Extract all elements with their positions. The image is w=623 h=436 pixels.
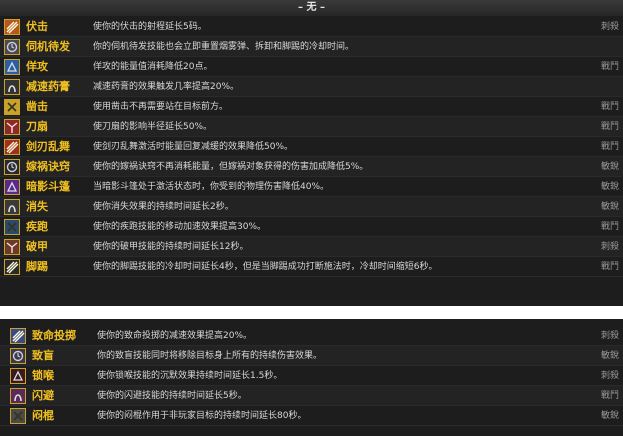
glyph-row[interactable]: 脚踢 使你的脚踢技能的冷却时间延长4秒，但是当脚踢成功打断施法时，冷却时间缩短6秒… — [0, 257, 623, 277]
sap-icon — [10, 408, 26, 424]
fan-of-knives-icon — [4, 119, 20, 135]
glyph-spec: 敏銳 — [600, 182, 619, 192]
glyph-description: 使你的致命投掷的减速效果提高20%。 — [97, 331, 253, 341]
glyph-row[interactable]: 致盲 你的致盲技能同时将移除目标身上所有的持续伤害效果。 敏銳 — [0, 346, 623, 366]
glyph-spec: 戰鬥 — [600, 62, 619, 72]
glyph-name[interactable]: 脚踢 — [26, 257, 48, 277]
glyph-spec: 敏銳 — [600, 162, 619, 172]
glyph-spec: 戰鬥 — [600, 262, 619, 272]
glyph-description: 使你锁喉技能的沉默效果持续时间延长1.5秒。 — [97, 371, 283, 381]
glyph-row[interactable]: 锁喉 使你锁喉技能的沉默效果持续时间延长1.5秒。 刺殺 — [0, 366, 623, 386]
evasion-icon — [10, 388, 26, 404]
glyph-description: 使用凿击不再需要站在目标前方。 — [93, 102, 229, 112]
glyph-row[interactable]: 刀扇 使刀扇的影响半径延长50%。 戰鬥 — [0, 117, 623, 137]
blind-icon — [10, 348, 26, 364]
glyph-description: 使你的破甲技能的持续时间延长12秒。 — [93, 242, 249, 252]
glyph-description: 你的伺机待发技能也会立即重置烟雾弹、拆卸和脚踢的冷却时间。 — [93, 42, 355, 52]
glyph-name[interactable]: 闷棍 — [32, 406, 54, 426]
deadly-throw-icon — [10, 328, 26, 344]
glyph-name[interactable]: 疾跑 — [26, 217, 48, 237]
glyph-row[interactable]: 佯攻 佯攻的能量值消耗降低20点。 戰鬥 — [0, 57, 623, 77]
glyph-description: 使你的伏击的射程延长5码。 — [93, 22, 207, 32]
glyph-name[interactable]: 刀扇 — [26, 117, 48, 137]
glyph-name[interactable]: 致盲 — [32, 346, 54, 366]
glyph-name[interactable]: 锁喉 — [32, 366, 54, 386]
glyph-spec: 刺殺 — [600, 371, 619, 381]
glyph-name[interactable]: 闪避 — [32, 386, 54, 406]
glyph-description: 使你的嫁祸诀窍不再消耗能量，但嫁祸对象获得的伤害加成降低5%。 — [93, 162, 369, 172]
glyph-description: 当暗影斗篷处于激活状态时，你受到的物理伤害降低40%。 — [93, 182, 330, 192]
glyph-description: 使你的疾跑技能的移动加速效果提高30%。 — [93, 222, 267, 232]
glyph-row[interactable]: 致命投掷 使你的致命投掷的减速效果提高20%。 刺殺 — [0, 326, 623, 346]
glyph-description: 使你的闪避技能的持续时间延长5秒。 — [97, 391, 247, 401]
blade-flurry-icon — [4, 139, 20, 155]
section-header: – 无 – — [0, 0, 623, 16]
glyph-spec: 敏銳 — [600, 411, 619, 421]
glyph-description: 使你的闷棍作用于非玩家目标的持续时间延长80秒。 — [97, 411, 307, 421]
crippling-poison-icon — [4, 79, 20, 95]
glyph-name[interactable]: 破甲 — [26, 237, 48, 257]
glyph-spec: 刺殺 — [600, 22, 619, 32]
glyph-description: 使你的脚踢技能的冷却时间延长4秒，但是当脚踢成功打断施法时，冷却时间缩短6秒。 — [93, 262, 438, 272]
glyph-description: 你的致盲技能同时将移除目标身上所有的持续伤害效果。 — [97, 351, 323, 361]
glyph-row[interactable]: 伺机待发 你的伺机待发技能也会立即重置烟雾弹、拆卸和脚踢的冷却时间。 — [0, 37, 623, 57]
glyph-spec: 刺殺 — [600, 331, 619, 341]
glyph-row[interactable]: 凿击 使用凿击不再需要站在目标前方。 戰鬥 — [0, 97, 623, 117]
tricks-of-the-trade-icon — [4, 159, 20, 175]
expose-armor-icon — [4, 239, 20, 255]
glyph-name[interactable]: 减速药膏 — [26, 77, 70, 97]
glyph-spec: 戰鬥 — [600, 122, 619, 132]
glyph-row[interactable]: 消失 使你消失效果的持续时间延长2秒。 敏銳 — [0, 197, 623, 217]
glyph-name[interactable]: 嫁祸诀窍 — [26, 157, 70, 177]
preparation-icon — [4, 39, 20, 55]
cloak-of-shadows-icon — [4, 179, 20, 195]
glyph-row[interactable]: 伏击 使你的伏击的射程延长5码。 刺殺 — [0, 17, 623, 37]
glyph-row[interactable]: 嫁祸诀窍 使你的嫁祸诀窍不再消耗能量，但嫁祸对象获得的伤害加成降低5%。 敏銳 — [0, 157, 623, 177]
glyph-spec: 敏銳 — [600, 202, 619, 212]
glyph-row[interactable]: 剑刃乱舞 使剑刃乱舞激活时能量回复减缓的效果降低50%。 戰鬥 — [0, 137, 623, 157]
glyph-name[interactable]: 伏击 — [26, 17, 48, 37]
kick-icon — [4, 259, 20, 275]
glyph-spec: 刺殺 — [600, 242, 619, 252]
glyph-name[interactable]: 剑刃乱舞 — [26, 137, 70, 157]
glyph-description: 使剑刃乱舞激活时能量回复减缓的效果降低50%。 — [93, 142, 294, 152]
glyph-name[interactable]: 伺机待发 — [26, 37, 70, 57]
glyph-name[interactable]: 消失 — [26, 197, 48, 217]
glyph-row[interactable]: 暗影斗篷 当暗影斗篷处于激活状态时，你受到的物理伤害降低40%。 敏銳 — [0, 177, 623, 197]
glyph-row[interactable]: 减速药膏 减速药膏的效果触发几率提高20%。 — [0, 77, 623, 97]
glyph-name[interactable]: 暗影斗篷 — [26, 177, 70, 197]
glyph-panel-secondary: 致命投掷 使你的致命投掷的减速效果提高20%。 刺殺 致盲 你的致盲技能同时将移除目标身… — [0, 319, 623, 436]
sprint-icon — [4, 219, 20, 235]
glyph-row[interactable]: 破甲 使你的破甲技能的持续时间延长12秒。 刺殺 — [0, 237, 623, 257]
garrote-icon — [10, 368, 26, 384]
glyph-name[interactable]: 佯攻 — [26, 57, 48, 77]
glyph-spec: 敏銳 — [600, 351, 619, 361]
vanish-icon — [4, 199, 20, 215]
glyph-description: 减速药膏的效果触发几率提高20%。 — [93, 82, 240, 92]
glyph-name[interactable]: 凿击 — [26, 97, 48, 117]
glyph-description: 使你消失效果的持续时间延长2秒。 — [93, 202, 234, 212]
glyph-row[interactable]: 疾跑 使你的疾跑技能的移动加速效果提高30%。 戰鬥 — [0, 217, 623, 237]
glyph-row[interactable]: 闪避 使你的闪避技能的持续时间延长5秒。 戰鬥 — [0, 386, 623, 406]
glyph-panel-primary: – 无 – 伏击 使你的伏击的射程延长5码。 刺殺 伺机待发 你的伺机待发技能也会立即重… — [0, 0, 623, 306]
glyph-row[interactable]: 闷棍 使你的闷棍作用于非玩家目标的持续时间延长80秒。 敏銳 — [0, 406, 623, 426]
glyph-name[interactable]: 致命投掷 — [32, 326, 76, 346]
glyph-spec: 戰鬥 — [600, 102, 619, 112]
ambush-icon — [4, 19, 20, 35]
glyph-spec: 戰鬥 — [600, 142, 619, 152]
glyph-description: 使刀扇的影响半径延长50%。 — [93, 122, 213, 132]
glyph-spec: 戰鬥 — [600, 391, 619, 401]
glyph-spec: 戰鬥 — [600, 222, 619, 232]
gouge-icon — [4, 99, 20, 115]
feint-icon — [4, 59, 20, 75]
glyph-description: 佯攻的能量值消耗降低20点。 — [93, 62, 213, 72]
